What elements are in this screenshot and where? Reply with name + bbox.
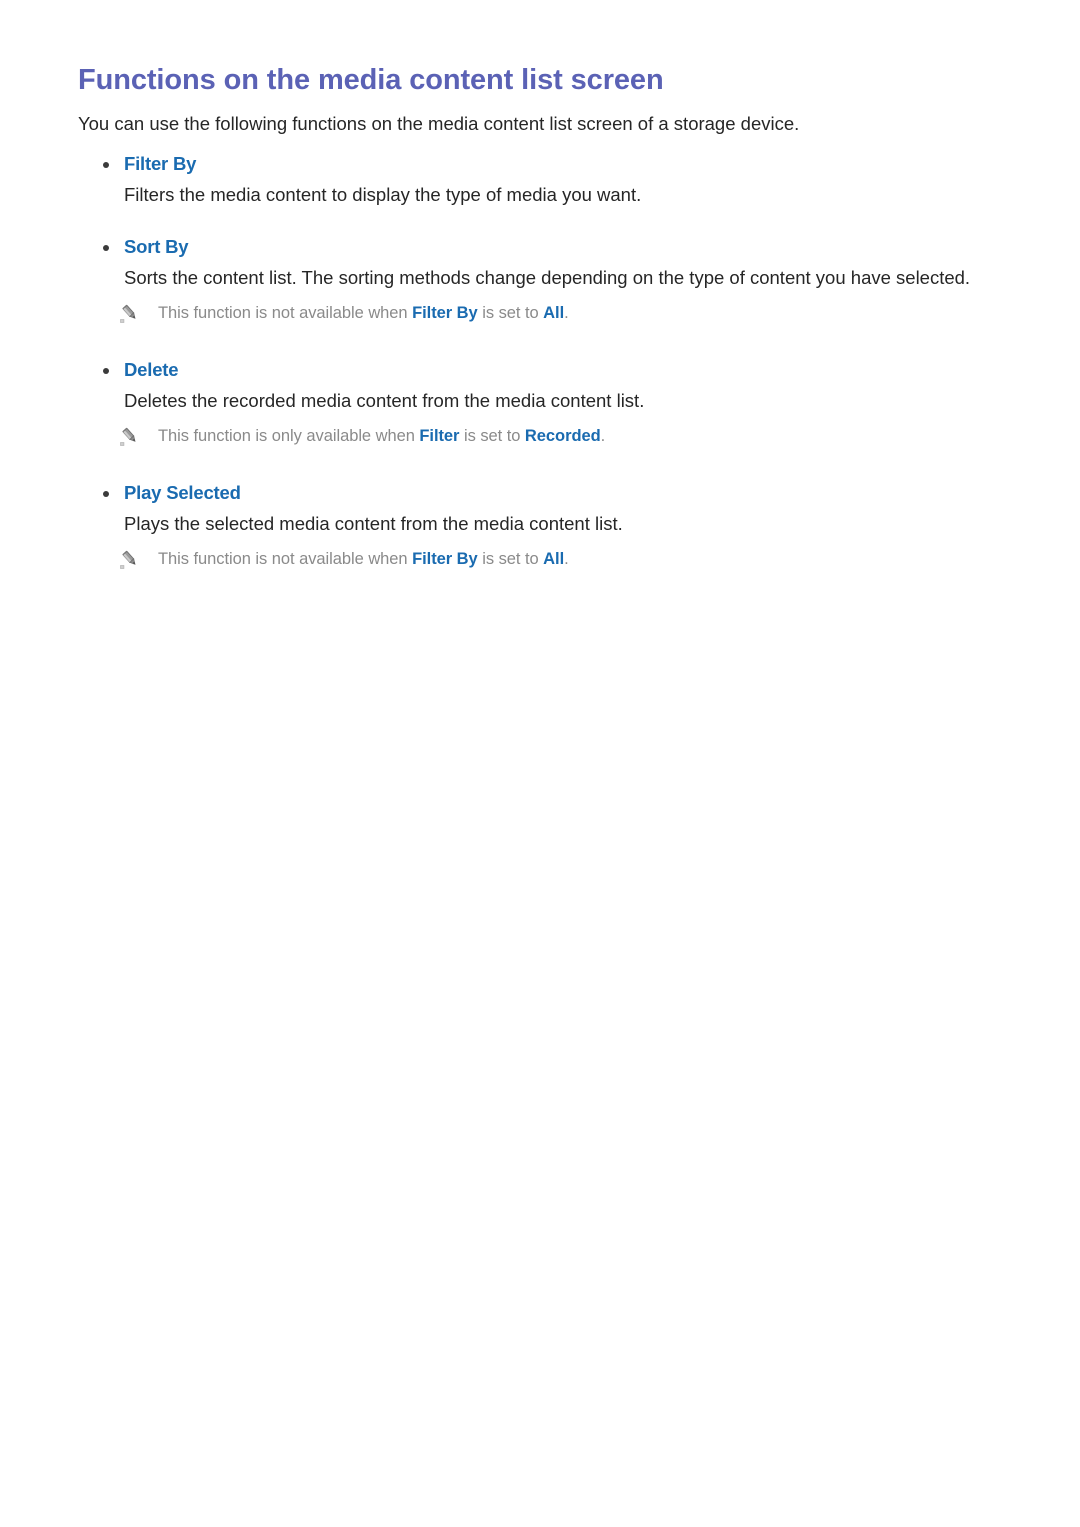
note-term: All <box>543 550 565 568</box>
bullet-row: Sort By <box>78 234 980 260</box>
intro-paragraph: You can use the following functions on t… <box>78 113 800 134</box>
bullet-row: Play Selected <box>78 480 980 506</box>
bullet-dot-icon <box>103 245 109 251</box>
bullet-dot-icon <box>103 491 109 497</box>
bullet-dot-icon <box>103 368 109 374</box>
note-text-fragment: This function is only available when <box>158 427 420 445</box>
note-text-fragment: is set to <box>477 550 544 568</box>
note-term: Recorded <box>524 427 601 445</box>
note-text-fragment: . <box>564 304 569 322</box>
bullet-label[interactable]: Filter By <box>124 153 196 174</box>
bullet-dot-icon <box>103 162 109 168</box>
pencil-icon <box>120 426 140 446</box>
pencil-icon <box>120 549 140 569</box>
section-filter-by: Filter By Filters the media content to di… <box>78 151 980 234</box>
note-row: This function is not available when Filt… <box>78 548 980 572</box>
note-text-fragment: is set to <box>459 427 525 445</box>
note-row: This function is not available when Filt… <box>78 302 980 326</box>
note-text-fragment: This function is not available when <box>158 304 413 322</box>
section-body-text: Filters the media content to display the… <box>124 184 642 205</box>
pencil-icon <box>120 303 140 323</box>
note-term: Filter <box>419 427 460 445</box>
note-text: This function is not available when Filt… <box>158 550 569 568</box>
section-sort-by: Sort By Sorts the content list. The sorti… <box>78 234 980 357</box>
bullet-row: Filter By <box>78 151 980 177</box>
page-title: Functions on the media content list scre… <box>78 64 664 96</box>
bullet-label[interactable]: Play Selected <box>124 482 241 503</box>
note-term: Filter By <box>412 550 478 568</box>
section-delete: Delete Deletes the recorded media content… <box>78 357 980 480</box>
note-text-fragment: . <box>564 550 569 568</box>
bullet-label[interactable]: Sort By <box>124 236 189 257</box>
section-body-text: Sorts the content list. The sorting meth… <box>124 267 971 288</box>
bullet-label[interactable]: Delete <box>124 359 179 380</box>
section-body-text: Deletes the recorded media content from … <box>124 390 645 411</box>
note-text: This function is only available when Fil… <box>158 427 605 445</box>
bullet-row: Delete <box>78 357 980 383</box>
note-term: All <box>543 304 565 322</box>
note-row: This function is only available when Fil… <box>78 425 980 449</box>
sections-container: Filter By Filters the media content to di… <box>78 151 980 603</box>
note-text: This function is not available when Filt… <box>158 304 569 322</box>
note-text-fragment: This function is not available when <box>158 550 413 568</box>
note-text-fragment: is set to <box>477 304 544 322</box>
note-term: Filter By <box>412 304 478 322</box>
document-page: Functions on the media content list scre… <box>0 0 1080 1527</box>
note-text-fragment: . <box>600 427 606 445</box>
section-body-text: Plays the selected media content from th… <box>124 513 623 534</box>
section-play-selected: Play Selected Plays the selected media co… <box>78 480 980 603</box>
